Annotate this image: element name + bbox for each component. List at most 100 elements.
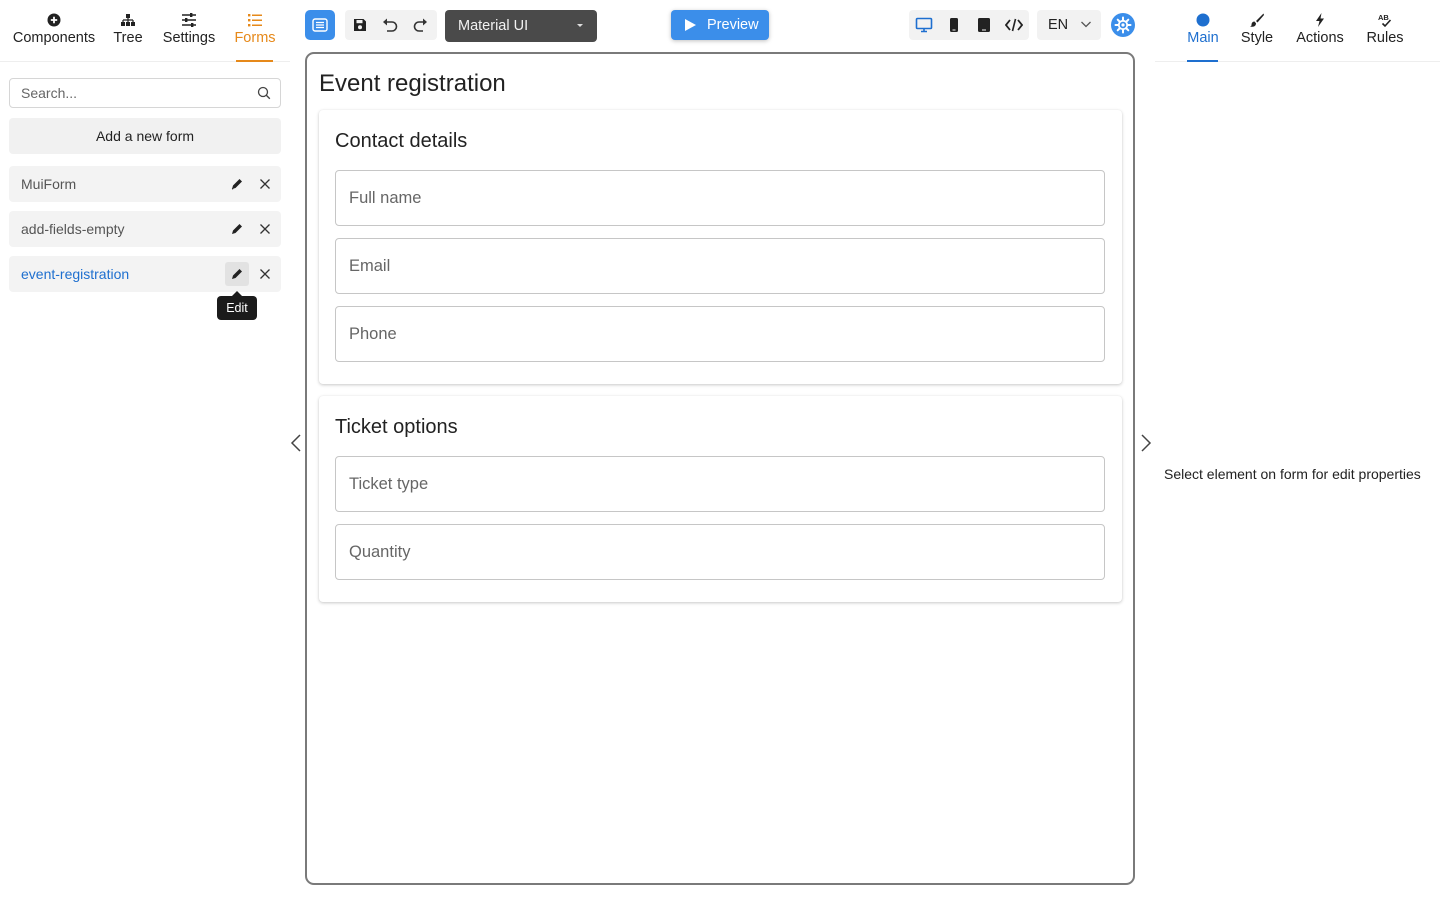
field-label: Ticket type [349, 475, 429, 493]
section-card-tickets[interactable]: Ticket options Ticket type Quantity [319, 396, 1122, 602]
properties-empty-message: Select element on form for edit properti… [1164, 466, 1421, 482]
pencil-icon [232, 269, 242, 279]
redo-icon [413, 18, 427, 32]
redo-button[interactable] [405, 10, 435, 40]
section-title: Contact details [335, 130, 468, 152]
save-icon [354, 19, 366, 31]
search-box [9, 78, 281, 108]
tab-actions[interactable]: Actions [1293, 8, 1347, 62]
tab-label: Actions [1296, 30, 1344, 46]
search-input[interactable] [10, 79, 240, 107]
delete-form-button[interactable] [253, 217, 277, 241]
pencil-icon [231, 179, 242, 190]
field-label: Full name [349, 189, 422, 207]
tablet-view-button[interactable] [969, 10, 999, 40]
form-list-item[interactable]: MuiForm [9, 166, 281, 202]
tab-rules[interactable]: AB Rules [1363, 8, 1407, 62]
play-icon [685, 19, 696, 31]
edit-form-button[interactable] [225, 172, 249, 196]
gear-icon [1114, 16, 1132, 34]
preview-label: Preview [707, 17, 759, 33]
tab-label: Forms [234, 30, 276, 46]
phone-field[interactable]: Phone [335, 306, 1105, 362]
menu-button[interactable] [305, 10, 335, 40]
theme-select[interactable]: Material UI [445, 10, 597, 42]
close-icon [260, 269, 270, 279]
tab-label: Main [1187, 30, 1219, 46]
delete-form-button[interactable] [253, 262, 277, 286]
undo-icon [383, 18, 398, 32]
quantity-field[interactable]: Quantity [335, 524, 1105, 580]
tab-tree[interactable]: Tree [110, 8, 146, 62]
add-form-button[interactable]: Add a new form [9, 118, 281, 154]
plus-circle-icon [47, 13, 61, 27]
code-view-button[interactable] [999, 10, 1029, 40]
search-icon[interactable] [257, 86, 271, 100]
form-list-item[interactable]: add-fields-empty [9, 211, 281, 247]
theme-select-value: Material UI [458, 18, 529, 34]
tab-main[interactable]: Main [1183, 8, 1223, 62]
form-name: event-registration [21, 266, 130, 282]
code-icon [1005, 18, 1023, 32]
svg-text:AB: AB [1378, 13, 1389, 22]
left-tab-bar: Components Tree Settings Forms [0, 0, 290, 62]
section-title: Ticket options [335, 416, 458, 438]
device-toolbar [909, 10, 1029, 40]
field-label: Quantity [349, 543, 411, 561]
left-panel: Components Tree Settings Forms Add a new… [0, 0, 290, 900]
sliders-icon [182, 13, 196, 27]
section-card-contact[interactable]: Contact details Full name Email Phone [319, 110, 1122, 384]
caret-down-icon [577, 24, 583, 27]
chevron-left-icon [290, 434, 301, 452]
delete-form-button[interactable] [253, 172, 277, 196]
preview-button[interactable]: Preview [671, 10, 769, 40]
tab-label: Settings [162, 30, 216, 46]
collapse-left-panel-button[interactable] [286, 432, 306, 454]
tablet-icon [978, 18, 990, 32]
app-settings-button[interactable] [1111, 13, 1135, 37]
active-tab-indicator [236, 60, 273, 62]
form-canvas[interactable]: Event registration Contact details Full … [305, 52, 1135, 885]
field-label: Email [349, 257, 391, 275]
chevron-down-icon [1081, 21, 1091, 28]
email-field[interactable]: Email [335, 238, 1105, 294]
ticket-type-field[interactable]: Ticket type [335, 456, 1105, 512]
edit-tooltip: Edit [217, 291, 257, 320]
form-name: add-fields-empty [21, 221, 125, 237]
close-icon [260, 179, 270, 189]
tab-forms[interactable]: Forms [232, 8, 278, 62]
dot-icon [1196, 13, 1210, 27]
tab-components[interactable]: Components [12, 8, 96, 62]
edit-form-button[interactable] [225, 262, 249, 286]
tab-settings[interactable]: Settings [160, 8, 218, 62]
list-icon [248, 14, 262, 27]
desktop-view-button[interactable] [909, 10, 939, 40]
form-list-item[interactable]: event-registration [9, 256, 281, 292]
full-name-field[interactable]: Full name [335, 170, 1105, 226]
phone-icon [950, 18, 958, 32]
edit-form-button[interactable] [225, 217, 249, 241]
history-toolbar [345, 10, 437, 40]
brush-icon [1250, 13, 1264, 27]
form-name: MuiForm [21, 176, 77, 192]
undo-button[interactable] [375, 10, 405, 40]
language-value: EN [1048, 17, 1069, 33]
active-tab-indicator [1187, 60, 1218, 62]
tab-style[interactable]: Style [1239, 8, 1275, 62]
save-button[interactable] [345, 10, 375, 40]
tab-label: Components [12, 30, 96, 46]
monitor-icon [915, 17, 933, 33]
pencil-icon [232, 224, 242, 234]
mobile-view-button[interactable] [939, 10, 969, 40]
language-select[interactable]: EN [1037, 10, 1101, 40]
form-title: Event registration [319, 70, 506, 97]
tree-icon [121, 14, 135, 26]
tab-label: Style [1240, 30, 1274, 46]
chevron-right-icon [1141, 434, 1152, 452]
hamburger-icon [312, 18, 328, 32]
right-tab-bar: Main Style Actions AB Rules [1155, 0, 1440, 62]
lightning-icon [1316, 13, 1324, 27]
collapse-right-panel-button[interactable] [1136, 432, 1156, 454]
tab-label: Tree [113, 30, 143, 46]
spellcheck-icon: AB [1378, 13, 1392, 28]
